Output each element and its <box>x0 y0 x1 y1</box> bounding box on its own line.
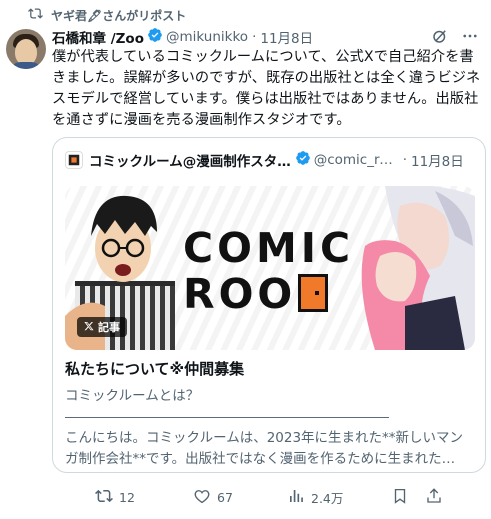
tweet-header: 石橋和章 /Zoo @mikunikko · 11月8日 <box>52 27 479 47</box>
action-bar: 12 67 2.4万 <box>95 485 483 509</box>
manga-character-right-illustration <box>361 186 475 350</box>
author-handle[interactable]: @mikunikko <box>166 29 248 45</box>
separator-dot: · <box>252 29 257 45</box>
door-icon <box>298 274 329 312</box>
verified-badge-icon <box>291 150 314 170</box>
author-name[interactable]: 石橋和章 /Zoo <box>52 27 144 47</box>
repost-button[interactable]: 12 <box>95 487 135 508</box>
grok-icon[interactable] <box>431 27 449 49</box>
article-cover-image[interactable]: COMIC ROO 記事 <box>65 186 475 350</box>
post-date[interactable]: 11月8日 <box>260 27 313 47</box>
more-options-icon[interactable] <box>461 27 479 49</box>
repost-indicator[interactable]: ヤギ君🖋さんがリポスト <box>28 5 186 25</box>
views-count: 2.4万 <box>311 490 344 506</box>
article-title: 私たちについて※仲間募集 <box>65 360 245 378</box>
heart-icon <box>193 487 211 508</box>
quoted-post[interactable]: コミックルーム@漫画制作スタ… @comic_ro… · 11月8日 COMIC… <box>52 137 486 473</box>
article-excerpt: コミックルームとは？ ―――――――――――――――――――――――― こんにち… <box>65 388 464 467</box>
quote-author-handle: @comic_ro… <box>313 152 399 168</box>
tweet-text: 僕が代表しているコミックルームについて、公式Xで自己紹介を書きました。誤解が多い… <box>52 49 481 128</box>
verified-badge-icon <box>144 27 166 47</box>
separator-dot: · <box>402 152 407 168</box>
comic-room-logo-line2: ROO <box>183 270 329 318</box>
comic-room-logo-line1: COMIC <box>183 224 355 272</box>
share-icon <box>425 487 443 508</box>
article-badge: 記事 <box>77 317 127 337</box>
share-button[interactable] <box>425 487 443 508</box>
article-badge-label: 記事 <box>98 321 120 334</box>
repost-icon <box>28 6 43 24</box>
bookmark-button[interactable] <box>391 487 409 508</box>
analytics-icon <box>287 487 305 508</box>
repost-icon <box>95 487 113 508</box>
views-button[interactable]: 2.4万 <box>287 487 343 508</box>
quote-avatar <box>65 151 83 169</box>
quote-header: コミックルーム@漫画制作スタ… @comic_ro… · 11月8日 <box>65 150 473 170</box>
author-avatar[interactable] <box>6 29 46 69</box>
quote-author-name: コミックルーム@漫画制作スタ… <box>89 154 291 170</box>
bookmark-icon <box>391 487 409 508</box>
x-logo-icon <box>84 321 94 334</box>
repost-text: ヤギ君🖋さんがリポスト <box>51 8 187 23</box>
like-count: 67 <box>217 489 233 505</box>
repost-count: 12 <box>119 489 135 505</box>
quote-date: 11月8日 <box>411 154 464 170</box>
like-button[interactable]: 67 <box>193 487 233 508</box>
